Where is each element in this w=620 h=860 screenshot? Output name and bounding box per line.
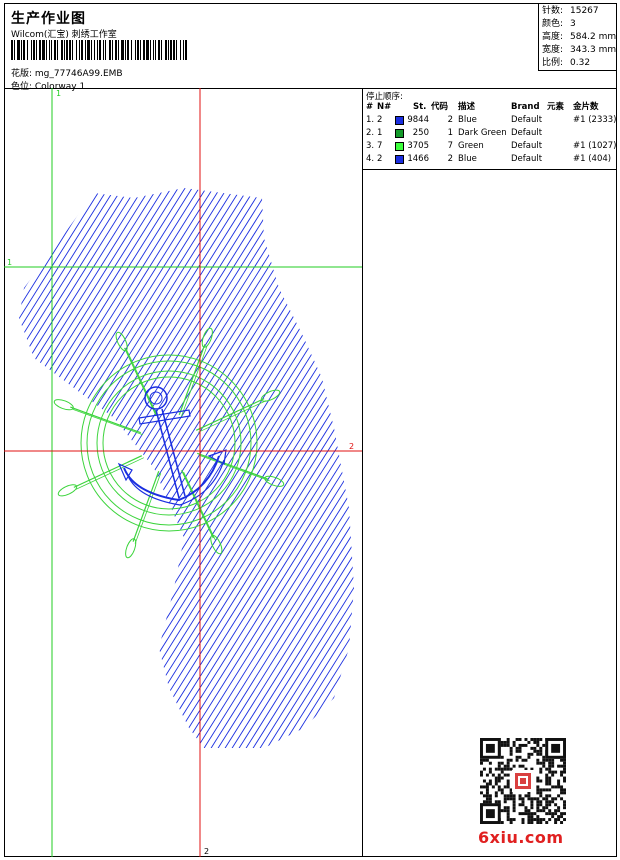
cell-seq: #1 (2333) (573, 115, 617, 125)
cell-desc: Blue (458, 115, 477, 125)
table-row: 3. 7 3705 7 Green Default #1 (1027) (363, 140, 617, 153)
cell-num: 2. (366, 128, 375, 138)
qr-code-icon (480, 738, 566, 824)
header-brand: Brand (511, 102, 540, 112)
stop-sequence-table: 停止顺序: # N# St. 代码 描述 Brand 元素 金片数 1. 2 984… (363, 88, 617, 170)
watermark-logo: 6xiu.com (478, 828, 564, 847)
cell-seq: #1 (1027) (573, 141, 617, 151)
cell-code: 2 (447, 154, 453, 164)
stat-row: 高度: 584.2 mm (542, 31, 617, 44)
cell-desc: Green (458, 141, 484, 151)
header-n: N# (377, 102, 392, 112)
stat-label: 颜色: (542, 19, 564, 29)
header-desc: 描述 (458, 102, 476, 112)
stat-row: 宽度: 343.3 mm (542, 44, 617, 57)
guide-label-h2: 2 (349, 442, 354, 451)
cell-num: 1. (366, 115, 375, 125)
table-row: 1. 2 9844 2 Blue Default #1 (2333) (363, 114, 617, 127)
stats-panel: 针数: 15267 颜色: 3 高度: 584.2 mm 宽度: 343.3 mm 比例: 0.3… (538, 3, 617, 71)
design-canvas: 1 1 2 2 (4, 88, 362, 857)
page-title: 生产作业图 (11, 11, 86, 27)
stat-label: 比例: (542, 58, 564, 68)
ship-wheel (53, 327, 285, 559)
stat-value: 15267 (570, 6, 599, 16)
studio-name: Wilcom(汇宝) 刺绣工作室 (11, 30, 117, 40)
stat-value: 584.2 mm (570, 32, 617, 42)
header-num: # (366, 102, 374, 112)
stat-row: 比例: 0.32 (542, 57, 614, 70)
table-row: 4. 2 1466 2 Blue Default #1 (404) (363, 153, 617, 166)
cell-n: 2 (377, 154, 383, 164)
blue-hatch-fill (19, 188, 354, 748)
table-header: # N# St. 代码 描述 Brand 元素 金片数 (363, 101, 617, 114)
barcode-icon (11, 40, 187, 60)
cell-num: 3. (366, 141, 375, 151)
stat-label: 针数: (542, 6, 564, 16)
color-swatch (395, 116, 404, 125)
cell-code: 1 (447, 128, 453, 138)
guide-label-h1: 1 (7, 258, 12, 267)
header-st: St. (413, 102, 427, 112)
cell-code: 2 (447, 115, 453, 125)
color-swatch (395, 155, 404, 164)
cell-code: 7 (447, 141, 453, 151)
guide-label-v1: 1 (56, 89, 61, 98)
guide-label-v2: 2 (204, 847, 209, 856)
stat-value: 343.3 mm (570, 45, 617, 55)
stat-row: 针数: 15267 (542, 5, 614, 18)
cell-brand: Default (511, 141, 543, 151)
cell-n: 7 (377, 141, 383, 151)
color-swatch (395, 142, 404, 151)
cell-st: 250 (412, 128, 429, 138)
design-file: 花版: mg_77746A99.EMB (11, 69, 123, 79)
cell-st: 9844 (407, 115, 429, 125)
header: 生产作业图 Wilcom(汇宝) 刺绣工作室 花版: mg_77746A99.E… (4, 3, 617, 92)
header-seq: 金片数 (573, 102, 599, 112)
cell-seq: #1 (404) (573, 154, 612, 164)
cell-st: 3705 (407, 141, 429, 151)
cell-brand: Default (511, 115, 543, 125)
cell-n: 1 (377, 128, 383, 138)
cell-st: 1466 (407, 154, 429, 164)
cell-brand: Default (511, 128, 543, 138)
color-swatch (395, 129, 404, 138)
cell-n: 2 (377, 115, 383, 125)
stat-label: 宽度: (542, 45, 564, 55)
embroidery-preview: 1 1 2 2 (4, 88, 362, 857)
cell-desc: Dark Green (458, 128, 507, 138)
cell-num: 4. (366, 154, 375, 164)
header-elem: 元素 (547, 102, 565, 112)
stat-row: 颜色: 3 (542, 18, 614, 31)
cell-desc: Blue (458, 154, 477, 164)
stat-value: 0.32 (570, 58, 591, 68)
table-row: 2. 1 250 1 Dark Green Default (363, 127, 617, 140)
stat-label: 高度: (542, 32, 564, 42)
header-code: 代码 (431, 102, 449, 112)
stat-value: 3 (570, 19, 576, 29)
cell-brand: Default (511, 154, 543, 164)
